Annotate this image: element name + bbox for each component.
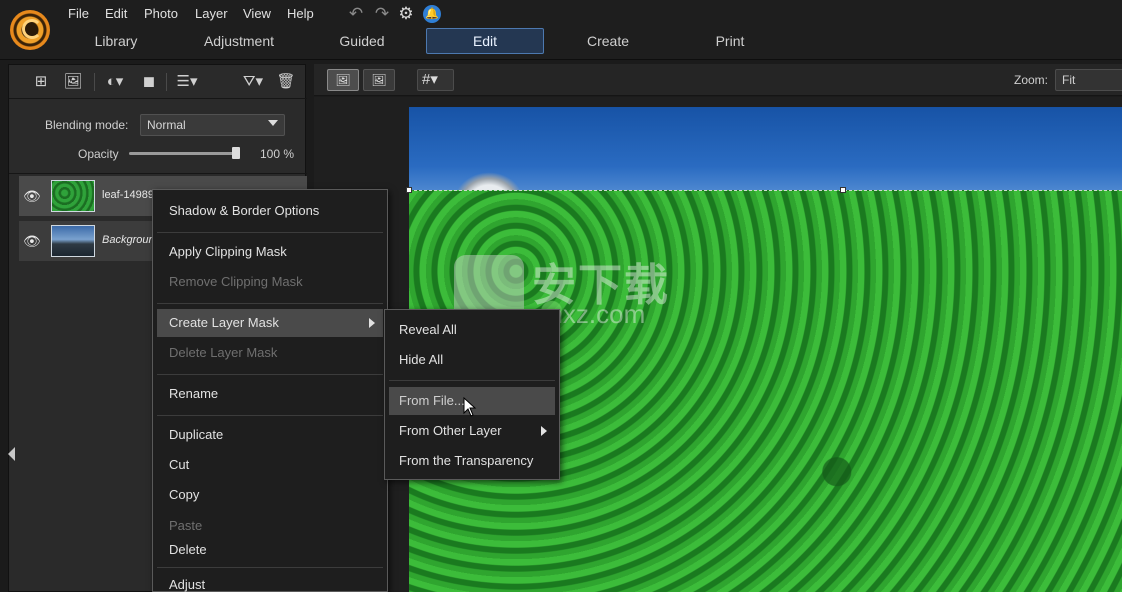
menu-divider bbox=[157, 303, 383, 304]
transform-handle[interactable] bbox=[406, 187, 412, 193]
zoom-label: Zoom: bbox=[1014, 73, 1049, 87]
transform-handle[interactable] bbox=[840, 187, 846, 193]
opacity-value: 100 % bbox=[260, 147, 295, 161]
compare-view-button[interactable]: 🖼 bbox=[363, 69, 395, 91]
menu-item-remove-clipping-mask: Remove Clipping Mask bbox=[169, 274, 303, 289]
menu-divider bbox=[157, 415, 383, 416]
eye-icon[interactable]: 👁 bbox=[23, 188, 41, 205]
add-image-layer-icon[interactable]: 🖼 bbox=[61, 71, 85, 93]
opacity-label: Opacity bbox=[78, 147, 119, 161]
blending-mode-label: Blending mode: bbox=[45, 118, 129, 132]
chevron-right-icon bbox=[541, 426, 547, 436]
tab-edit[interactable]: Edit bbox=[426, 28, 544, 54]
toolbar-divider bbox=[94, 73, 95, 91]
submenu-item-from-other-layer[interactable]: From Other Layer bbox=[389, 417, 555, 445]
menu-item-duplicate[interactable]: Duplicate bbox=[157, 421, 383, 449]
menu-item-label: From Other Layer bbox=[399, 423, 502, 438]
menu-item-create-layer-mask[interactable]: Create Layer Mask bbox=[157, 309, 383, 337]
menu-divider bbox=[389, 380, 555, 381]
toolbar-divider bbox=[166, 73, 167, 91]
title-bar: File Edit Photo Layer View Help ↶ ↷ ⚙ 🔔 … bbox=[0, 0, 1122, 60]
submenu-item-from-transparency[interactable]: From the Transparency bbox=[389, 447, 555, 475]
chevron-down-icon bbox=[268, 120, 278, 126]
trash-icon[interactable]: 🗑 bbox=[274, 71, 298, 93]
blending-mode-select[interactable]: Normal bbox=[140, 114, 285, 136]
menu-file[interactable]: File bbox=[68, 6, 89, 21]
tab-print[interactable]: Print bbox=[700, 28, 760, 54]
view-mode-button[interactable]: 🖼 bbox=[327, 69, 359, 91]
menu-divider bbox=[157, 232, 383, 233]
layer-mask-submenu: Reveal All Hide All From File... From Ot… bbox=[384, 309, 560, 480]
eye-icon[interactable]: 👁 bbox=[23, 233, 41, 250]
tab-guided[interactable]: Guided bbox=[328, 28, 396, 54]
bell-icon[interactable]: 🔔 bbox=[423, 5, 441, 23]
grid-toggle-button[interactable]: #▾ bbox=[417, 69, 454, 91]
submenu-item-reveal-all[interactable]: Reveal All bbox=[389, 316, 555, 344]
menu-divider bbox=[157, 567, 383, 568]
collapse-panel-icon[interactable] bbox=[8, 447, 15, 461]
tab-adjustment[interactable]: Adjustment bbox=[192, 28, 286, 54]
menu-view[interactable]: View bbox=[243, 6, 271, 21]
redo-icon[interactable]: ↷ bbox=[372, 4, 392, 24]
layer-thumbnail bbox=[51, 225, 95, 257]
submenu-item-hide-all[interactable]: Hide All bbox=[389, 346, 555, 374]
zoom-select[interactable]: Fit bbox=[1055, 69, 1122, 91]
menu-item-adjust[interactable]: Adjust bbox=[157, 571, 383, 592]
menu-help[interactable]: Help bbox=[287, 6, 314, 21]
menu-edit[interactable]: Edit bbox=[105, 6, 127, 21]
menu-item-rename[interactable]: Rename bbox=[157, 380, 383, 408]
menu-item-shadow-border[interactable]: Shadow & Border Options bbox=[157, 197, 383, 225]
adjustment-layer-icon[interactable]: ◐▾ bbox=[103, 71, 127, 93]
chevron-right-icon bbox=[369, 318, 375, 328]
tab-create[interactable]: Create bbox=[575, 28, 641, 54]
menu-item-copy[interactable]: Copy bbox=[157, 481, 383, 509]
menu-photo[interactable]: Photo bbox=[144, 6, 178, 21]
new-layer-icon[interactable]: ⊞ bbox=[29, 71, 53, 93]
opacity-slider[interactable] bbox=[129, 152, 238, 155]
menu-divider bbox=[157, 374, 383, 375]
gear-icon[interactable]: ⚙ bbox=[396, 4, 416, 24]
layers-toolbar: ⊞ 🖼 ◐▾ ◼ ☰▾ ⛛▾ 🗑 bbox=[9, 65, 307, 99]
app-logo[interactable] bbox=[10, 10, 50, 50]
menu-item-cut[interactable]: Cut bbox=[157, 451, 383, 479]
blending-mode-value: Normal bbox=[147, 118, 186, 132]
layer-thumbnail bbox=[51, 180, 95, 212]
layer-options-icon[interactable]: ☰▾ bbox=[175, 71, 199, 93]
panel-divider bbox=[9, 173, 307, 174]
layer-context-menu: Shadow & Border Options Apply Clipping M… bbox=[152, 189, 388, 592]
opacity-slider-handle[interactable] bbox=[232, 147, 240, 159]
canvas-toolbar: 🖼 🖼 #▾ Zoom: Fit bbox=[314, 64, 1122, 96]
menu-item-label: Create Layer Mask bbox=[169, 315, 279, 330]
filter-icon[interactable]: ⛛▾ bbox=[241, 71, 265, 93]
menu-item-apply-clipping-mask[interactable]: Apply Clipping Mask bbox=[157, 238, 383, 266]
menu-item-delete-layer-mask: Delete Layer Mask bbox=[169, 345, 278, 360]
undo-icon[interactable]: ↶ bbox=[346, 4, 366, 24]
menu-item-delete[interactable]: Delete bbox=[157, 536, 383, 564]
tab-library[interactable]: Library bbox=[80, 28, 152, 54]
menu-layer[interactable]: Layer bbox=[195, 6, 228, 21]
layer-mask-icon[interactable]: ◼ bbox=[137, 71, 161, 93]
